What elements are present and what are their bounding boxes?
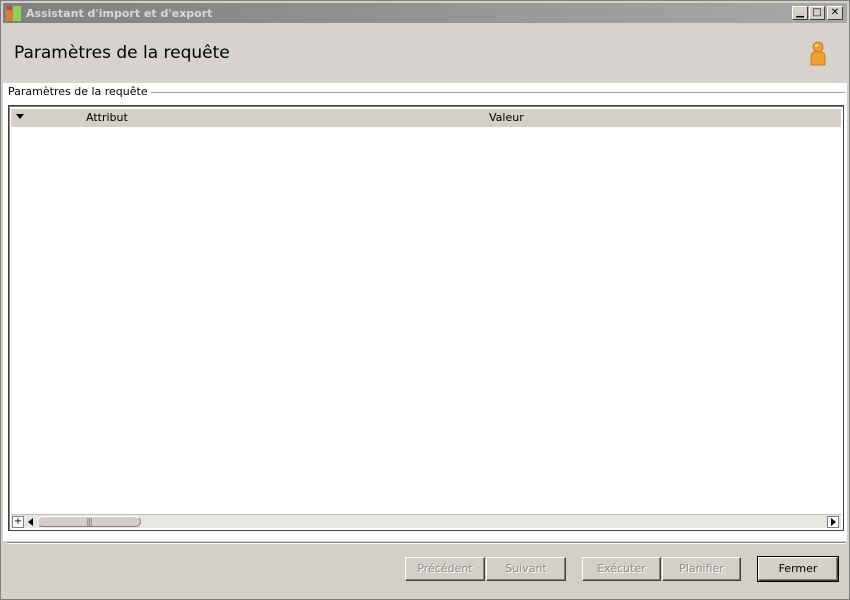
wizard-header: Paramètres de la requête [3,23,847,83]
title-bar[interactable]: Assistant d'import et d'export ▁ □ ✕ [3,3,847,23]
schedule-button[interactable]: Planifier [662,557,741,581]
column-header-valeur[interactable]: Valeur [489,111,524,124]
previous-button[interactable]: Précédent [405,557,485,581]
horizontal-scrollbar[interactable]: + ||| [11,514,841,528]
expand-button[interactable]: + [12,516,24,528]
app-icon [6,5,22,21]
close-window-button[interactable]: ✕ [827,6,843,20]
maximize-icon: □ [812,7,822,18]
grid-header: Attribut Valeur [11,109,841,127]
close-button[interactable]: Fermer [758,557,838,581]
scroll-right-icon[interactable] [827,516,839,528]
next-button[interactable]: Suivant [486,557,566,581]
execute-button[interactable]: Exécuter [582,557,661,581]
scroll-left-icon[interactable] [28,518,33,526]
window-title: Assistant d'import et d'export [26,6,213,20]
column-menu-icon[interactable] [16,114,24,119]
parameters-grid[interactable]: Attribut Valeur + ||| [8,105,844,531]
content-panel: Paramètres de la requête Attribut Valeur… [3,83,847,541]
page-title: Paramètres de la requête [14,43,230,63]
group-label: Paramètres de la requête [8,85,151,98]
close-icon: ✕ [830,7,840,18]
user-icon [810,41,826,66]
column-header-attribut[interactable]: Attribut [86,111,128,124]
wizard-window: Assistant d'import et d'export ▁ □ ✕ Par… [0,0,850,600]
footer-divider [7,542,845,544]
window-controls: ▁ □ ✕ [791,6,843,20]
maximize-button[interactable]: □ [809,6,825,20]
minimize-icon: ▁ [796,7,804,18]
minimize-button[interactable]: ▁ [792,6,808,20]
group-divider [141,92,845,93]
scroll-thumb[interactable]: ||| [37,516,141,527]
